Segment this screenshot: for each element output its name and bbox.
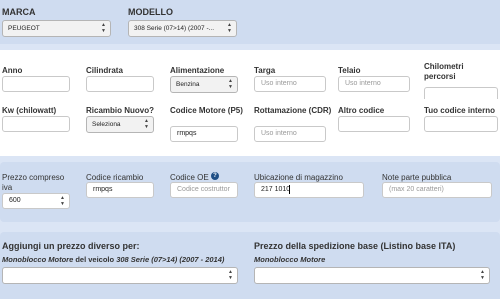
note-input[interactable]: (max 20 caratteri) [382,182,492,198]
codice-motore-input[interactable]: rmpqs [170,126,238,142]
select-arrows-icon: ▲ ▼ [227,22,232,34]
spedizione-select[interactable]: ▲ ▼ [254,267,490,284]
anno-input[interactable] [2,76,70,92]
modello-select[interactable]: 308 Serie (07>14) (2007 -... ▲ ▼ [128,20,237,37]
chilometri-input[interactable] [424,87,498,99]
select-arrows-icon: ▲ ▼ [228,78,233,90]
altro-codice-label: Altro codice [338,106,385,115]
prezzo-value: 600 [9,197,21,204]
aggiungi-vehicle: 308 Serie (07>14) (2007 - 2014) [116,255,225,264]
alimentazione-select[interactable]: Benzina ▲ ▼ [170,76,238,93]
codice-ricambio-input[interactable]: rmpqs [86,182,154,198]
ubicazione-value: 217 1010 [261,186,291,193]
aggiungi-subtitle: Monoblocco Motore del veicolo 308 Serie … [2,255,224,264]
select-arrows-icon: ▲ ▼ [144,118,149,130]
telaio-label: Telaio [338,66,361,75]
prezzo-label: Prezzo compreso iva [2,173,65,192]
spedizione-title: Prezzo della spedizione base (Listino ba… [254,241,456,251]
stepper-arrows-icon[interactable]: ▲ ▼ [60,195,65,207]
select-arrows-icon: ▲ ▼ [101,22,106,34]
marca-select[interactable]: PEUGEOT ▲ ▼ [2,20,111,37]
kw-input[interactable] [2,116,70,132]
ricambio-nuovo-label: Ricambio Nuovo? [86,106,155,115]
targa-label: Targa [254,66,276,75]
anno-label: Anno [2,66,23,75]
text-cursor [289,185,290,194]
alimentazione-label: Alimentazione [170,66,225,75]
codice-oe-input[interactable]: Codice costruttor [170,182,238,198]
targa-input[interactable]: Uso interno [254,76,326,92]
cilindrata-input[interactable] [86,76,154,92]
rottamazione-label: Rottamazione (CDR) [254,106,332,115]
marca-label: MARCA [2,7,36,17]
modello-value: 308 Serie (07>14) (2007 -... [134,25,215,32]
telaio-input[interactable]: Uso interno [338,76,410,92]
rottamazione-input[interactable]: Uso interno [254,126,326,142]
ubicazione-input[interactable]: 217 1010 [254,182,364,198]
ricambio-nuovo-select[interactable]: Seleziona ▲ ▼ [86,116,154,133]
aggiungi-mid: del veicolo [73,255,117,264]
prezzo-input[interactable]: 600 ▲ ▼ [2,193,70,209]
tuo-codice-input[interactable] [424,116,498,132]
alimentazione-value: Benzina [176,81,200,88]
marca-value: PEUGEOT [8,25,40,32]
tuo-codice-label: Tuo codice interno [424,106,495,115]
chilometri-label: Chilometri percorsi [424,62,464,81]
spedizione-subtitle: Monoblocco Motore [254,255,326,264]
ricambio-nuovo-value: Seleziona [92,121,121,128]
cilindrata-label: Cilindrata [86,66,123,75]
select-arrows-icon: ▲ ▼ [228,269,233,281]
altro-codice-input[interactable] [338,116,410,132]
aggiungi-part: Monoblocco Motore [2,255,74,264]
modello-label: MODELLO [128,7,173,17]
aggiungi-title: Aggiungi un prezzo diverso per: [2,241,140,251]
aggiungi-select[interactable]: ▲ ▼ [2,267,238,284]
kw-label: Kw (chilowatt) [2,106,57,115]
select-arrows-icon: ▲ ▼ [480,269,485,281]
codice-motore-label: Codice Motore (P5) [170,106,243,115]
help-icon[interactable]: ? [211,172,219,180]
